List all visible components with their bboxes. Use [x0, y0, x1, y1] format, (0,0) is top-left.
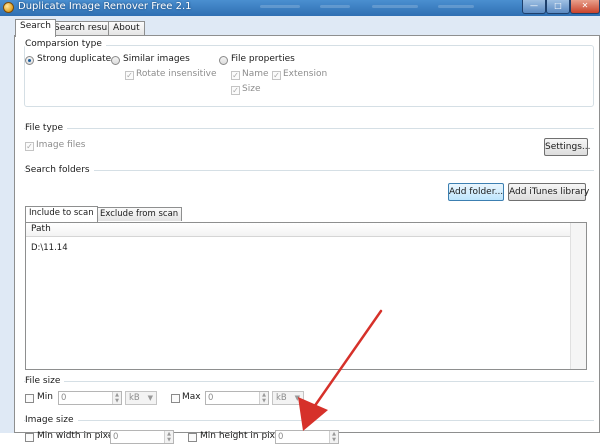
- folder-list[interactable]: Path D:\11.14: [25, 222, 587, 370]
- min-size-unit-select[interactable]: kB ▼: [125, 391, 157, 405]
- title-bar-blur: [320, 5, 350, 8]
- strong-duplicate-label: Strong duplicate: [37, 54, 112, 64]
- size-checkbox[interactable]: ✓: [231, 86, 240, 95]
- add-itunes-library-button[interactable]: Add iTunes library: [508, 183, 589, 201]
- spinner-arrows-icon[interactable]: ▲ ▼: [112, 392, 121, 404]
- file-type-group: File type ✓ Image files Settings...: [24, 123, 594, 163]
- chevron-down-icon: ▼: [294, 394, 300, 402]
- max-size-label: Max: [182, 392, 201, 402]
- image-size-group: Image size Min width in pixel 0 ▲ ▼ Min h…: [24, 415, 594, 444]
- max-size-checkbox[interactable]: [171, 394, 180, 403]
- spinner-arrows-icon[interactable]: ▲ ▼: [259, 392, 268, 404]
- min-width-value: 0: [113, 432, 119, 442]
- min-width-input[interactable]: 0 ▲ ▼: [110, 430, 174, 444]
- file-size-group: File size Min 0 ▲ ▼ kB ▼ Max 0 ▲ ▼ kB ▼: [24, 376, 594, 410]
- list-item[interactable]: D:\11.14: [31, 243, 68, 253]
- tab-about[interactable]: About: [108, 21, 145, 36]
- group-divider: [24, 381, 594, 382]
- min-height-input[interactable]: 0 ▲ ▼: [275, 430, 339, 444]
- comparison-type-title: Comparsion type: [25, 39, 106, 49]
- list-header: Path: [26, 223, 586, 237]
- min-size-checkbox[interactable]: [25, 394, 34, 403]
- min-width-checkbox[interactable]: [25, 433, 34, 442]
- image-files-label: Image files: [36, 140, 86, 150]
- title-bar-blur: [372, 5, 418, 8]
- size-label: Size: [242, 84, 261, 94]
- list-scrollbar[interactable]: [570, 223, 586, 369]
- max-size-unit-select[interactable]: kB ▼: [272, 391, 304, 405]
- close-icon[interactable]: ✕: [570, 0, 600, 14]
- min-size-unit: kB: [129, 393, 140, 403]
- file-properties-radio[interactable]: [219, 56, 228, 65]
- chevron-down-icon: ▼: [147, 394, 153, 402]
- similar-images-radio[interactable]: [111, 56, 120, 65]
- file-type-title: File type: [25, 123, 68, 133]
- group-divider: [24, 128, 594, 129]
- min-size-label: Min: [37, 392, 53, 402]
- file-properties-label: File properties: [231, 54, 295, 64]
- title-bar: Duplicate Image Remover Free 2.1 — □ ✕: [0, 0, 600, 16]
- file-size-title: File size: [25, 376, 65, 386]
- search-panel: Comparsion type Strong duplicate Similar…: [14, 35, 600, 444]
- tab-include-to-scan[interactable]: Include to scan: [25, 206, 98, 222]
- max-size-value: 0: [208, 393, 214, 403]
- window-frame: Search Search result About Comparsion ty…: [0, 16, 600, 444]
- max-size-unit: kB: [276, 393, 287, 403]
- rotate-insensitive-checkbox[interactable]: ✓: [125, 71, 134, 80]
- image-size-title: Image size: [25, 415, 78, 425]
- name-checkbox[interactable]: ✓: [231, 71, 240, 80]
- image-files-checkbox[interactable]: ✓: [25, 142, 34, 151]
- window-title: Duplicate Image Remover Free 2.1: [18, 1, 192, 12]
- maximize-icon[interactable]: □: [546, 0, 570, 14]
- folder-tabs: Include to scan Exclude from scan: [25, 206, 595, 223]
- app-icon: [3, 2, 14, 13]
- min-height-value: 0: [278, 432, 284, 442]
- group-divider: [24, 420, 594, 421]
- min-height-checkbox[interactable]: [188, 433, 197, 442]
- settings-button[interactable]: Settings...: [544, 138, 591, 156]
- min-size-value: 0: [61, 393, 67, 403]
- tab-exclude-from-scan[interactable]: Exclude from scan: [96, 207, 183, 221]
- min-size-input[interactable]: 0 ▲ ▼: [58, 391, 122, 405]
- minimize-icon[interactable]: —: [522, 0, 546, 14]
- strong-duplicate-radio[interactable]: [25, 56, 34, 65]
- title-bar-blur: [260, 5, 300, 8]
- name-label: Name: [242, 69, 269, 79]
- similar-images-label: Similar images: [123, 54, 190, 64]
- rotate-insensitive-label: Rotate insensitive: [136, 69, 217, 79]
- comparison-type-group: Comparsion type Strong duplicate Similar…: [24, 39, 594, 109]
- search-folders-group: Search folders Add folder... Add iTunes …: [24, 165, 594, 375]
- tab-search[interactable]: Search: [15, 19, 56, 37]
- search-folders-title: Search folders: [25, 165, 94, 175]
- max-size-input[interactable]: 0 ▲ ▼: [205, 391, 269, 405]
- group-divider: [24, 170, 594, 171]
- title-bar-blur: [438, 5, 474, 8]
- add-folder-button[interactable]: Add folder...: [448, 183, 504, 201]
- extension-label: Extension: [283, 69, 328, 79]
- column-path[interactable]: Path: [31, 224, 51, 234]
- extension-checkbox[interactable]: ✓: [272, 71, 281, 80]
